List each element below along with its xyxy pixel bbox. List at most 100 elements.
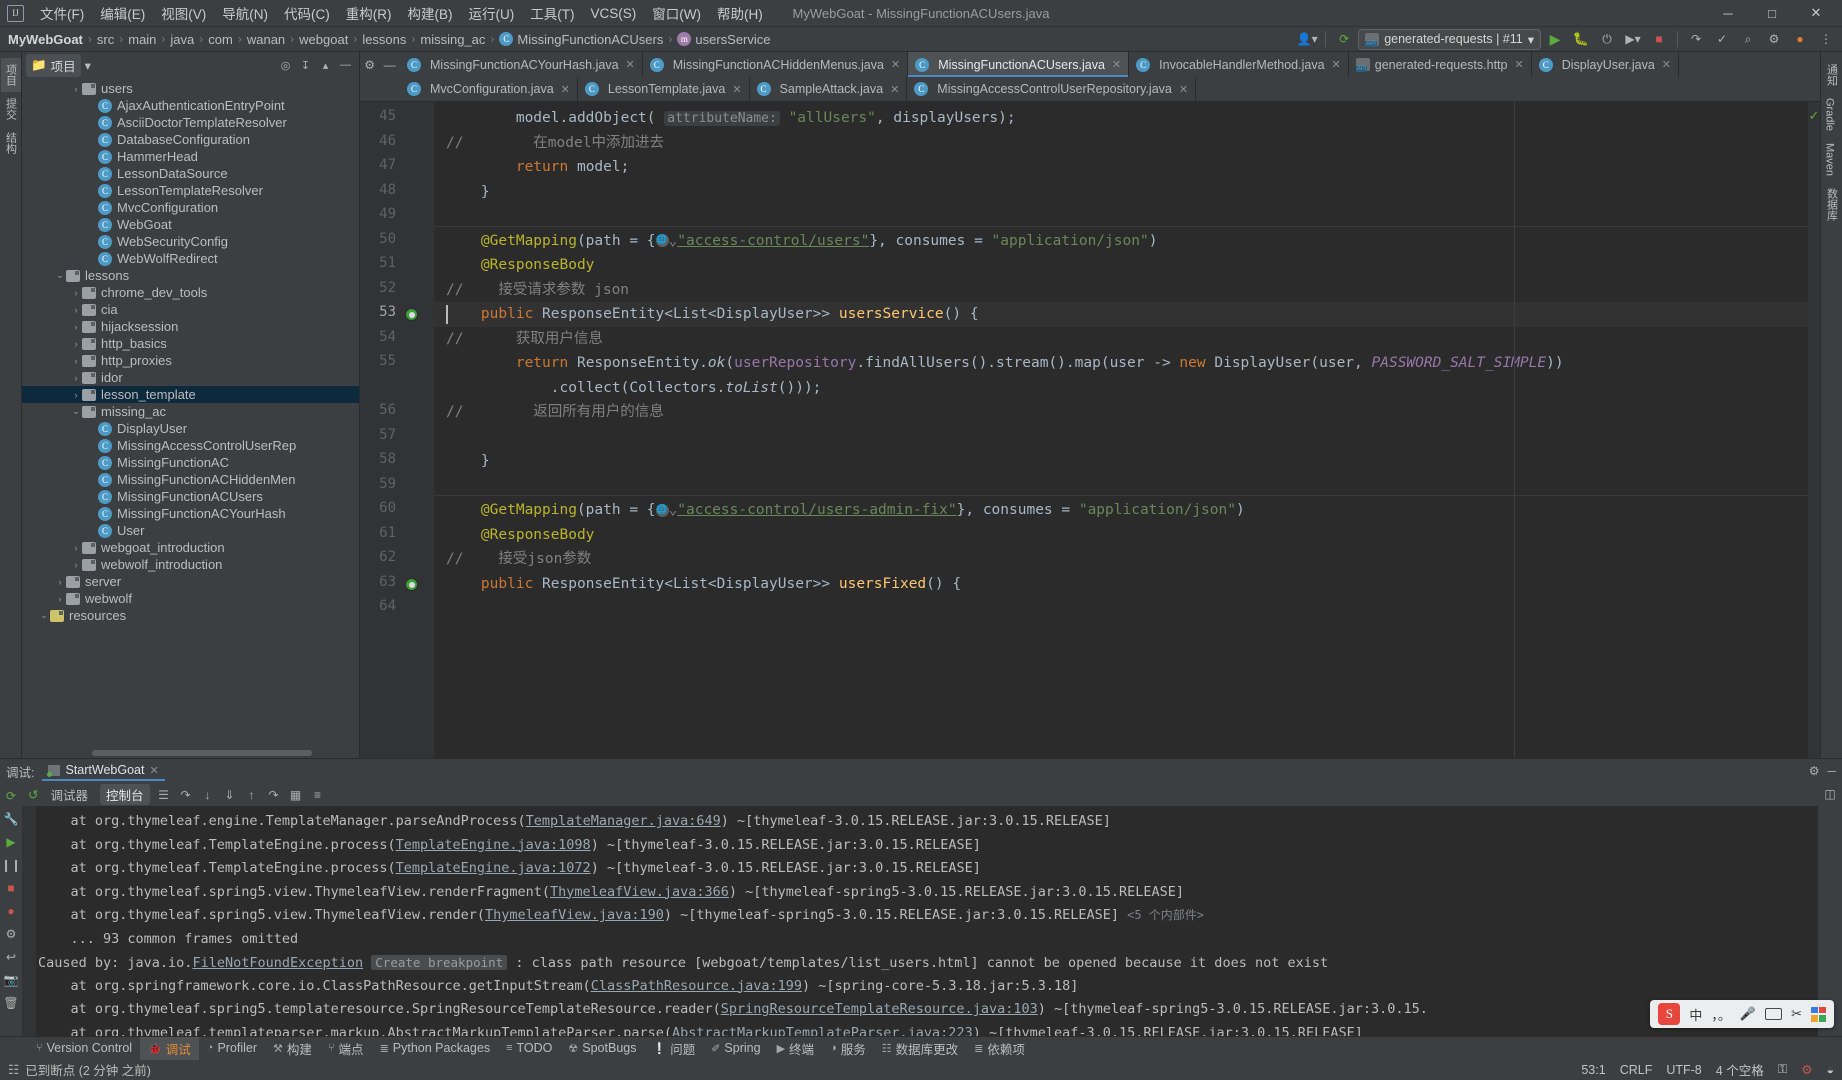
menu-item-10[interactable]: 窗口(W) [644,0,709,26]
stacktrace-link[interactable]: TemplateEngine.java:1072 [396,860,591,876]
tool-strip-right-3[interactable]: 数据库 [1822,182,1842,227]
editor-tab-MissingAccessControlUserRepository.java[interactable]: C MissingAccessControlUserRepository.java… [907,77,1197,101]
create-breakpoint-hint[interactable]: Create breakpoint [371,955,508,970]
menu-item-6[interactable]: 构建(B) [400,0,461,26]
tree-node-MissingFunctionAC[interactable]: C MissingFunctionAC [22,454,359,471]
stop-icon[interactable]: ■ [7,881,14,895]
close-icon[interactable]: ✕ [149,764,158,777]
breadcrumb-item-9[interactable]: C MissingFunctionACUsers [499,32,663,47]
ime-mode-label[interactable]: 中 [1689,1005,1702,1024]
chevron-icon[interactable]: ⌄ [54,270,66,281]
horizontal-scrollbar[interactable] [92,750,312,756]
project-tree[interactable]: › users C AjaxAuthenticationEntryPoint C Asci… [22,78,359,758]
tree-node-MissingFunctionACHiddenMen[interactable]: C MissingFunctionACHiddenMen [22,471,359,488]
editor-tab-LessonTemplate.java[interactable]: C LessonTemplate.java ✕ [578,77,750,101]
git-update-icon[interactable]: ↷ [1684,28,1708,50]
chevron-icon[interactable]: › [70,356,82,366]
tree-node-users[interactable]: › users [22,80,359,97]
tree-node-MvcConfiguration[interactable]: C MvcConfiguration [22,199,359,216]
menu-item-11[interactable]: 帮助(H) [709,0,771,26]
chevron-icon[interactable]: ⌄ [70,406,82,417]
maximize-button[interactable]: □ [1750,0,1794,26]
trash-icon[interactable]: 🗑 [3,996,18,1010]
evaluate-icon[interactable]: ▦ [288,788,304,802]
close-tab-icon[interactable]: ✕ [1112,58,1121,71]
tool-strip-right-0[interactable]: 通知 [1822,58,1842,92]
editor-tab-InvocableHandlerMethod.java[interactable]: C InvocableHandlerMethod.java ✕ [1129,52,1349,77]
notifications-icon[interactable]: ◒ [1826,1063,1834,1077]
close-tab-icon[interactable]: ✕ [1514,58,1523,71]
tool-tab-Python Packages[interactable]: ≣ Python Packages [372,1039,499,1057]
step-over-icon[interactable]: ↷ [178,788,194,802]
step-out-icon[interactable]: ↑ [244,788,260,802]
tab-debugger[interactable]: 调试器 [44,784,94,805]
breakpoint-marker-53[interactable] [405,308,418,321]
editor-settings-icon[interactable]: ⚙ [364,58,375,72]
user-icon[interactable]: 👤▾ [1295,28,1319,50]
close-tab-icon[interactable]: ✕ [891,58,900,71]
debug-settings-icon[interactable]: ⚙ [1809,764,1820,778]
tool-strip-结构[interactable]: 结构 [1,126,21,160]
tool-tab-数据库更改[interactable]: ☷ 数据库更改 [874,1037,966,1060]
menu-item-9[interactable]: VCS(S) [583,3,645,24]
breadcrumb-item-8[interactable]: missing_ac [420,32,485,47]
tool-tab-Profiler[interactable]: ◔ Profiler [199,1039,265,1057]
tree-node-chrome_dev_tools[interactable]: › chrome_dev_tools [22,284,359,301]
chevron-icon[interactable]: › [70,322,82,332]
stop-button[interactable]: ■ [1647,28,1671,50]
tool-tab-TODO[interactable]: ≡ TODO [498,1039,560,1057]
breadcrumb-item-1[interactable]: src [97,32,114,47]
microphone-icon[interactable]: 🎤 [1740,1006,1756,1022]
sogou-logo-icon[interactable]: S [1658,1003,1681,1025]
debug-button[interactable]: 🐛 [1569,28,1593,50]
run-button[interactable]: ▶ [1543,28,1567,50]
tree-node-webwolf_introduction[interactable]: › webwolf_introduction [22,556,359,573]
chevron-icon[interactable]: › [70,305,82,315]
breadcrumb-item-0[interactable]: MyWebGoat [8,32,83,47]
tool-tab-SpotBugs[interactable]: ☢ SpotBugs [560,1039,644,1057]
force-step-into-icon[interactable]: ⇓ [222,788,238,802]
tool-strip-right-2[interactable]: Maven [1822,137,1838,182]
more-actions-icon[interactable]: ⋮ [1814,28,1838,50]
settings-icon[interactable]: ⚙ [6,927,17,941]
stacktrace-link[interactable]: AbstractMarkupTemplateParser.java:223 [672,1025,973,1037]
tree-node-idor[interactable]: › idor [22,369,359,386]
run-to-cursor-icon[interactable]: ↷ [266,788,282,802]
tab-console[interactable]: 控制台 [100,784,150,805]
chevron-icon[interactable]: › [70,560,82,570]
stacktrace-link[interactable]: ThymeleafView.java:190 [485,907,664,923]
tool-tab-构建[interactable]: ⚒ 构建 [265,1037,320,1060]
close-tab-icon[interactable]: ✕ [561,83,570,96]
stacktrace-link[interactable]: TemplateManager.java:649 [526,813,721,829]
tree-node-missing_ac[interactable]: ⌄ missing_ac [22,403,359,420]
lock-icon[interactable]: ⚿ [1778,1062,1788,1077]
pause-icon[interactable]: ❙❙ [1,858,21,872]
tool-tab-依赖项[interactable]: ≣ 依赖项 [966,1037,1033,1060]
chevron-icon[interactable]: › [54,594,66,604]
code-editor[interactable]: 45 46 47 48 49 50 51 52 53 54 55 56 57 58 59 60 61 62 63 64… [360,102,1820,758]
editor-tab-MvcConfiguration.java[interactable]: C MvcConfiguration.java ✕ [400,77,578,101]
close-tab-icon[interactable]: ✕ [626,58,635,71]
inspection-widget-icon[interactable]: ⚙ [1801,1062,1812,1077]
breadcrumb-item-5[interactable]: wanan [247,32,285,47]
tool-tab-端点[interactable]: ⑂ 端点 [320,1037,372,1060]
stacktrace-link[interactable]: FileNotFoundException [192,955,363,971]
ime-punctuation-icon[interactable]: ，。 [1711,1005,1731,1024]
layout-icon[interactable]: ◫ [1824,787,1835,1036]
debug-minimize-icon[interactable]: ─ [1827,764,1836,778]
tree-node-AjaxAuthenticationEntryPoint[interactable]: C AjaxAuthenticationEntryPoint [22,97,359,114]
debug-session-tab[interactable]: StartWebGoat ✕ [42,761,165,781]
breadcrumb-item-3[interactable]: java [170,32,194,47]
tree-node-MissingFunctionACYourHash[interactable]: C MissingFunctionACYourHash [22,505,359,522]
close-tab-icon[interactable]: ✕ [1179,83,1188,96]
editor-tab-MissingFunctionACUsers.java[interactable]: C MissingFunctionACUsers.java ✕ [908,52,1130,77]
stacktrace-link[interactable]: ThymeleafView.java:366 [550,884,729,900]
indent-setting[interactable]: 4 个空格 [1716,1060,1764,1079]
step-into-icon[interactable]: ↓ [200,788,216,802]
code-content[interactable]: model.addObject( attributeName: "allUser… [434,102,1808,758]
toolbox-grid-icon[interactable] [1811,1006,1826,1022]
tree-node-cia[interactable]: › cia [22,301,359,318]
chevron-icon[interactable]: › [70,288,82,298]
tool-strip-提交[interactable]: 提交 [1,92,21,126]
tree-node-resources[interactable]: ⌄ resources [22,607,359,624]
